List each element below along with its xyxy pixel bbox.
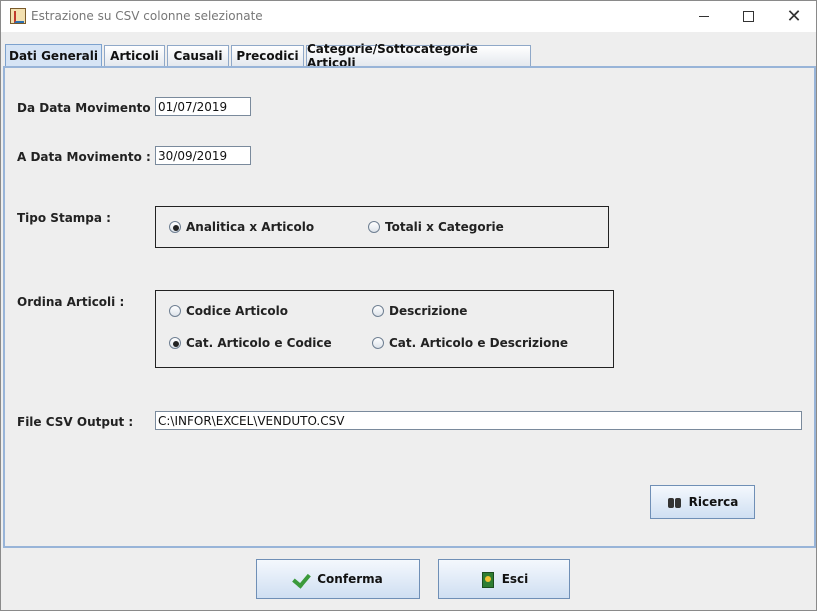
a-data-label: A Data Movimento :	[17, 150, 151, 164]
checkmark-icon	[293, 571, 311, 587]
close-button[interactable]: ✕	[771, 1, 817, 32]
close-icon: ✕	[786, 5, 802, 27]
tab-panel-dati-generali: Da Data Movimento : 01/07/2019 A Data Mo…	[3, 66, 816, 548]
tab-dati-generali[interactable]: Dati Generali	[5, 44, 102, 66]
radio-label: Codice Articolo	[186, 304, 288, 318]
title-bar[interactable]: Estrazione su CSV colonne selezionate ✕	[1, 1, 816, 32]
tab-precodici[interactable]: Precodici	[231, 45, 304, 66]
tipo-stampa-label: Tipo Stampa :	[17, 211, 111, 225]
tipo-stampa-group: Analitica x Articolo Totali x Categorie	[155, 206, 609, 248]
tab-causali[interactable]: Causali	[167, 45, 229, 66]
ricerca-button[interactable]: Ricerca	[650, 485, 755, 519]
radio-selected-icon	[169, 337, 181, 349]
conferma-label: Conferma	[317, 572, 383, 586]
minimize-icon	[699, 16, 709, 17]
radio-cat-articolo-codice[interactable]: Cat. Articolo e Codice	[169, 336, 332, 350]
a-data-field[interactable]: 30/09/2019	[155, 146, 251, 165]
radio-analitica-articolo[interactable]: Analitica x Articolo	[169, 220, 314, 234]
da-data-field[interactable]: 01/07/2019	[155, 97, 251, 116]
conferma-button[interactable]: Conferma	[256, 559, 420, 599]
esci-label: Esci	[501, 572, 529, 586]
radio-unselected-icon	[169, 305, 181, 317]
maximize-button[interactable]	[725, 1, 771, 32]
radio-codice-articolo[interactable]: Codice Articolo	[169, 304, 288, 318]
java-app-icon	[10, 8, 26, 24]
radio-descrizione[interactable]: Descrizione	[372, 304, 467, 318]
radio-label: Totali x Categorie	[385, 220, 504, 234]
radio-unselected-icon	[372, 337, 384, 349]
radio-label: Cat. Articolo e Descrizione	[389, 336, 569, 350]
radio-totali-categorie[interactable]: Totali x Categorie	[368, 220, 504, 234]
exit-door-icon	[480, 571, 496, 588]
radio-cat-articolo-descrizione[interactable]: Cat. Articolo e Descrizione	[372, 336, 568, 350]
esci-button[interactable]: Esci	[438, 559, 570, 599]
window-title: Estrazione su CSV colonne selezionate	[31, 9, 263, 23]
dialog-window: Estrazione su CSV colonne selezionate ✕ …	[0, 0, 817, 611]
ricerca-label: Ricerca	[688, 495, 739, 509]
radio-unselected-icon	[368, 221, 380, 233]
radio-label: Analitica x Articolo	[186, 220, 315, 234]
file-csv-field[interactable]: C:\INFOR\EXCEL\VENDUTO.CSV	[155, 411, 802, 430]
binoculars-icon	[667, 494, 683, 510]
maximize-icon	[742, 11, 754, 22]
ordina-articoli-label: Ordina Articoli :	[17, 295, 125, 309]
tab-categorie-sottocategorie[interactable]: Categorie/Sottocategorie Articoli	[306, 42, 531, 70]
ordina-articoli-group: Codice Articolo Descrizione Cat. Articol…	[155, 290, 614, 368]
minimize-button[interactable]	[681, 1, 727, 32]
radio-unselected-icon	[372, 305, 384, 317]
radio-label: Descrizione	[389, 304, 468, 318]
radio-selected-icon	[169, 221, 181, 233]
radio-label: Cat. Articolo e Codice	[186, 336, 332, 350]
tab-articoli[interactable]: Articoli	[104, 45, 165, 66]
file-csv-label: File CSV Output :	[17, 415, 134, 429]
da-data-label: Da Data Movimento :	[17, 101, 160, 115]
